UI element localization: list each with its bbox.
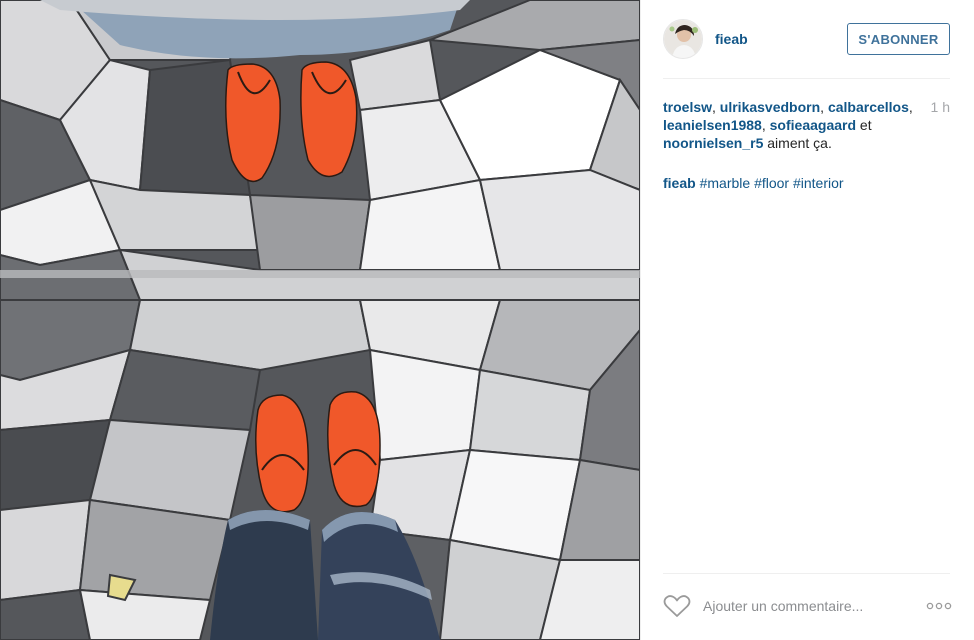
liker-link[interactable]: calbarcellos (828, 99, 909, 115)
avatar[interactable] (663, 19, 703, 59)
likes-separator: , (712, 99, 720, 115)
comment-bar (663, 590, 952, 622)
likes-separator: , (908, 99, 913, 115)
hashtag-link[interactable]: #floor (754, 175, 789, 191)
post-header: fieab S'ABONNER (663, 18, 950, 60)
hashtag-link[interactable]: #marble (700, 175, 751, 191)
comment-divider (663, 573, 950, 574)
comment-input[interactable] (703, 598, 920, 614)
liker-link[interactable]: troelsw (663, 99, 712, 115)
post-side-panel: fieab S'ABONNER troelsw, ulrikasvedborn,… (640, 0, 974, 640)
likes-separator: , (820, 99, 828, 115)
more-options-icon[interactable] (926, 602, 952, 610)
liker-link[interactable]: noornielsen_r5 (663, 135, 763, 151)
likes-separator: , (761, 117, 770, 133)
header-divider (663, 78, 950, 79)
liker-link[interactable]: ulrikasvedborn (720, 99, 820, 115)
post-photo[interactable] (0, 0, 640, 640)
likes-and: et (856, 117, 872, 133)
post-container: fieab S'ABONNER troelsw, ulrikasvedborn,… (0, 0, 974, 640)
avatar-image (664, 20, 702, 58)
hashtag-link[interactable]: #interior (793, 175, 844, 191)
marble-floor-image (0, 0, 640, 640)
likes-section: troelsw, ulrikasvedborn, calbarcellos, l… (663, 98, 950, 152)
liker-link[interactable]: leanielsen1988 (663, 117, 762, 133)
likes-suffix: aiment ça. (763, 135, 832, 151)
post-timestamp[interactable]: 1 h (931, 98, 950, 116)
liker-link[interactable]: sofieaagaard (770, 117, 856, 133)
follow-button[interactable]: S'ABONNER (847, 23, 950, 55)
header-username[interactable]: fieab (715, 31, 847, 47)
heart-outline-icon[interactable] (663, 594, 691, 618)
caption: fieab #marble #floor #interior (663, 174, 950, 192)
caption-username[interactable]: fieab (663, 175, 696, 191)
